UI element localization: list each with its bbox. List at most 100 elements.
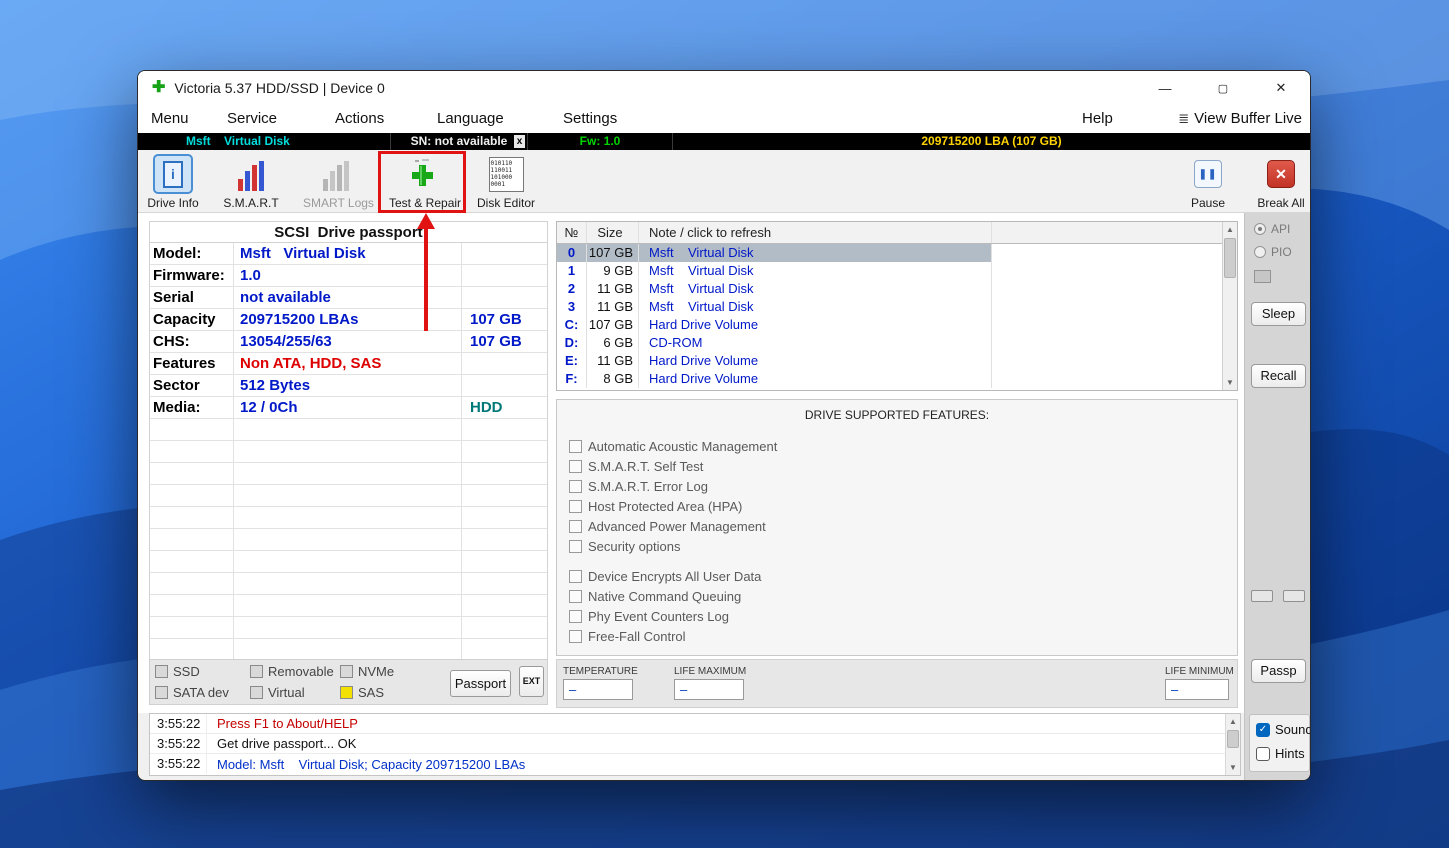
- menu-item-settings[interactable]: Settings: [563, 110, 617, 127]
- menu-item-menu[interactable]: Menu: [151, 110, 189, 127]
- api-radio[interactable]: API: [1254, 222, 1290, 236]
- feature-aam[interactable]: Automatic Acoustic Management: [569, 436, 1237, 456]
- radio-icon[interactable]: [1254, 223, 1266, 235]
- maximize-button[interactable]: ▢: [1194, 71, 1252, 105]
- close-button[interactable]: ✕: [1252, 71, 1310, 105]
- menu-item-actions[interactable]: Actions: [335, 110, 384, 127]
- checkbox-icon[interactable]: [569, 610, 582, 623]
- break-icon-wrap: ✕: [1261, 154, 1301, 194]
- drive-passport-table: SCSI Drive passport Model: Msft Virtual …: [149, 221, 548, 662]
- drive-row-f[interactable]: F: 8 GB Hard Drive Volume: [557, 370, 1237, 388]
- passport-button[interactable]: Passport: [450, 670, 511, 697]
- flag-label: NVMe: [358, 664, 394, 679]
- drive-size: 107 GB: [587, 244, 639, 262]
- disk-editor-button[interactable]: 010110 110011 101000 0001 Disk Editor: [473, 154, 539, 210]
- feature-security[interactable]: Security options: [569, 536, 1237, 556]
- recall-button[interactable]: Recall: [1251, 364, 1306, 388]
- feature-smart-error-log[interactable]: S.M.A.R.T. Error Log: [569, 476, 1237, 496]
- ext-button[interactable]: EXT: [519, 666, 544, 697]
- drive-supported-features: DRIVE SUPPORTED FEATURES: Automatic Acou…: [556, 399, 1238, 656]
- drive-row-d[interactable]: D: 6 GB CD-ROM: [557, 334, 1237, 352]
- smart-button[interactable]: S.M.A.R.T: [218, 154, 284, 210]
- menu-item-help[interactable]: Help: [1082, 110, 1113, 127]
- view-buffer-live[interactable]: ≣ View Buffer Live: [1178, 110, 1302, 127]
- scroll-down-icon[interactable]: ▼: [1223, 375, 1237, 390]
- drive-row-0-selected[interactable]: 0 107 GB Msft Virtual Disk: [557, 244, 1237, 262]
- hints-checkbox[interactable]: Hints: [1256, 746, 1305, 761]
- drive-row-1[interactable]: 1 9 GB Msft Virtual Disk: [557, 262, 1237, 280]
- drive-note: Msft Virtual Disk: [639, 244, 992, 262]
- features-title: DRIVE SUPPORTED FEATURES:: [557, 408, 1237, 422]
- drive-row-3[interactable]: 3 11 GB Msft Virtual Disk: [557, 298, 1237, 316]
- smart-logs-button[interactable]: SMART Logs: [303, 154, 369, 210]
- checkbox-icon[interactable]: [569, 570, 582, 583]
- drive-num: 1: [557, 262, 587, 280]
- feature-ncq[interactable]: Native Command Queuing: [569, 586, 1237, 606]
- life-minimum-value: –: [1165, 679, 1229, 700]
- scroll-up-icon[interactable]: ▲: [1223, 222, 1237, 237]
- drive-info-button[interactable]: i Drive Info: [140, 154, 206, 210]
- checkbox-icon[interactable]: [569, 480, 582, 493]
- feature-apm[interactable]: Advanced Power Management: [569, 516, 1237, 536]
- passport-extra: [462, 243, 547, 264]
- small-left-button[interactable]: [1251, 590, 1273, 602]
- drive-row-2[interactable]: 2 11 GB Msft Virtual Disk: [557, 280, 1237, 298]
- small-right-button[interactable]: [1283, 590, 1305, 602]
- minimize-button[interactable]: —: [1136, 71, 1194, 105]
- col-note-header[interactable]: Note / click to refresh: [639, 222, 992, 243]
- break-x-icon: ✕: [1267, 160, 1295, 188]
- feature-phy-counters[interactable]: Phy Event Counters Log: [569, 606, 1237, 626]
- drive-info-icon: i: [153, 154, 193, 194]
- log-panel: 3:55:22 Press F1 to About/HELP 3:55:22 G…: [149, 713, 1241, 776]
- checkbox-icon[interactable]: [569, 520, 582, 533]
- passport-label: Model:: [150, 243, 234, 264]
- checkbox-icon[interactable]: [569, 460, 582, 473]
- checkbox-icon[interactable]: [569, 500, 582, 513]
- drive-row-c[interactable]: C: 107 GB Hard Drive Volume: [557, 316, 1237, 334]
- drive-list-scrollbar[interactable]: ▲ ▼: [1222, 222, 1237, 390]
- checkbox-icon[interactable]: [569, 590, 582, 603]
- menu-item-language[interactable]: Language: [437, 110, 504, 127]
- pause-button[interactable]: ❚❚ Pause: [1175, 154, 1241, 210]
- view-buffer-live-label: View Buffer Live: [1194, 110, 1302, 127]
- disk-editor-label: Disk Editor: [473, 196, 539, 210]
- sleep-button[interactable]: Sleep: [1251, 302, 1306, 326]
- checkbox-checked-icon[interactable]: ✓: [1256, 723, 1270, 737]
- drive-num: E:: [557, 352, 587, 370]
- radio-icon[interactable]: [1254, 246, 1266, 258]
- drive-num: C:: [557, 316, 587, 334]
- menu-item-service[interactable]: Service: [227, 110, 277, 127]
- scroll-up-icon[interactable]: ▲: [1226, 714, 1240, 729]
- drive-note: Hard Drive Volume: [639, 352, 992, 370]
- feature-free-fall[interactable]: Free-Fall Control: [569, 626, 1237, 646]
- titlebar[interactable]: ✚ Victoria 5.37 HDD/SSD | Device 0 — ▢ ✕: [138, 71, 1310, 105]
- flag-virtual: Virtual: [250, 685, 305, 700]
- scrollbar-thumb[interactable]: [1224, 238, 1236, 278]
- passp-button[interactable]: Passp: [1251, 659, 1306, 683]
- flag-label: Removable: [268, 664, 334, 679]
- log-scrollbar[interactable]: ▲ ▼: [1225, 714, 1240, 775]
- serial-close-icon[interactable]: x: [514, 135, 525, 148]
- checkbox-icon[interactable]: [569, 540, 582, 553]
- drive-size: 11 GB: [587, 280, 639, 298]
- checkbox-icon[interactable]: [569, 630, 582, 643]
- strip-model: Msft Virtual Disk: [138, 133, 391, 150]
- mode-mini-button[interactable]: [1254, 270, 1271, 283]
- checkbox-icon[interactable]: [569, 440, 582, 453]
- drive-size: 8 GB: [587, 370, 639, 388]
- scroll-down-icon[interactable]: ▼: [1226, 760, 1240, 775]
- temperature-value: –: [563, 679, 633, 700]
- feature-hpa[interactable]: Host Protected Area (HPA): [569, 496, 1237, 516]
- log-timestamp: 3:55:22: [150, 734, 207, 753]
- drive-note: Msft Virtual Disk: [639, 280, 992, 298]
- drive-row-e[interactable]: E: 11 GB Hard Drive Volume: [557, 352, 1237, 370]
- feature-smart-self-test[interactable]: S.M.A.R.T. Self Test: [569, 456, 1237, 476]
- checkbox-icon[interactable]: [1256, 747, 1270, 761]
- drive-list-header[interactable]: № Size Note / click to refresh: [557, 222, 1237, 244]
- drive-note: CD-ROM: [639, 334, 992, 352]
- feature-encrypt[interactable]: Device Encrypts All User Data: [569, 566, 1237, 586]
- sound-checkbox[interactable]: ✓ Sound: [1256, 722, 1311, 737]
- scrollbar-thumb[interactable]: [1227, 730, 1239, 748]
- break-all-button[interactable]: ✕ Break All: [1248, 154, 1311, 210]
- pio-radio[interactable]: PIO: [1254, 245, 1292, 259]
